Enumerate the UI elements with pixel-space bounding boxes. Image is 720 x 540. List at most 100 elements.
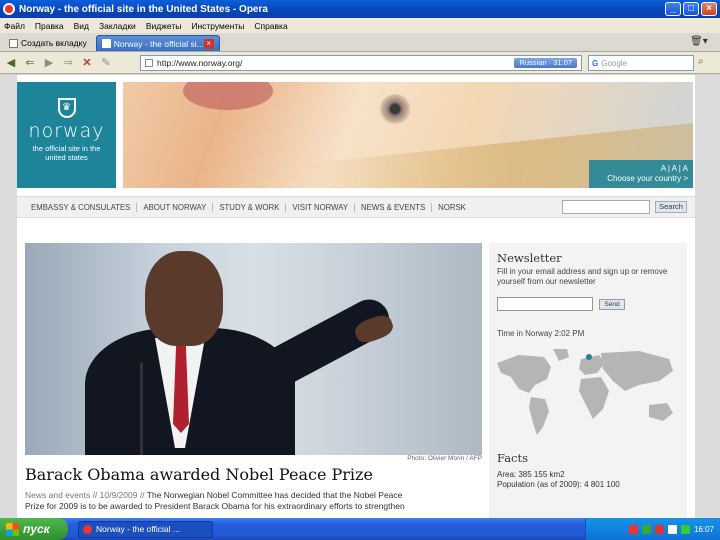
choose-country-link[interactable]: Choose your country > <box>594 174 688 184</box>
window-titlebar: Norway - the official site in the United… <box>0 0 720 18</box>
tab-close-icon[interactable]: × <box>203 38 214 49</box>
menu-tools[interactable]: Инструменты <box>191 21 244 31</box>
back-icon[interactable]: ◀ <box>4 56 18 70</box>
article-photo[interactable] <box>25 243 482 455</box>
tray-volume-icon[interactable] <box>667 524 677 534</box>
nav-embassy[interactable]: EMBASSY & CONSULATES <box>25 202 138 212</box>
fast-forward-icon[interactable]: ⇒ <box>61 56 75 70</box>
map-europe <box>579 355 605 375</box>
tray-antivirus-icon[interactable] <box>654 524 664 534</box>
page-viewport[interactable]: ♛ norway the official site in the united… <box>0 75 720 518</box>
menu-bookmarks[interactable]: Закладки <box>99 21 136 31</box>
time-in-norway: Time in Norway 2:02 PM <box>497 329 585 338</box>
world-map <box>489 345 687 441</box>
page-icon <box>145 59 153 67</box>
new-tab-button[interactable]: Создать вкладку <box>4 35 92 51</box>
photo-arm <box>253 292 397 394</box>
start-button[interactable]: пуск <box>0 518 68 540</box>
windows-flag-icon <box>6 522 19 536</box>
menu-bar: Файл Правка Вид Закладки Виджеты Инструм… <box>0 18 720 33</box>
menu-file[interactable]: Файл <box>4 21 25 31</box>
new-tab-icon <box>9 38 18 48</box>
nav-about[interactable]: ABOUT NORWAY <box>137 202 214 212</box>
search-placeholder: Google <box>601 58 628 68</box>
nav-news[interactable]: NEWS & EVENTS <box>355 202 433 212</box>
opera-icon <box>3 3 15 15</box>
map-asia <box>601 351 673 391</box>
site-logo[interactable]: ♛ norway the official site in the united… <box>17 82 116 188</box>
stop-icon[interactable]: ✕ <box>80 56 94 70</box>
tray-opera-icon[interactable] <box>628 524 638 534</box>
article-lead-2: Prize for 2009 is to be awarded to Presi… <box>25 501 405 511</box>
facts-list: Area: 385 155 km2 Population (as of 2009… <box>497 470 620 490</box>
map-greenland <box>553 349 569 361</box>
norway-marker <box>586 354 592 360</box>
newsletter-title: Newsletter <box>497 251 562 265</box>
forward-icon[interactable]: ▶ <box>42 56 56 70</box>
nav-norsk[interactable]: NORSK <box>432 203 472 212</box>
taskbar-item-opera[interactable]: Norway - the official ... <box>78 520 213 538</box>
url-badge: Russian · 31.07 <box>514 58 577 68</box>
nav-visit[interactable]: VISIT NORWAY <box>286 202 356 212</box>
map-africa <box>579 377 609 419</box>
coat-of-arms-icon: ♛ <box>57 98 76 118</box>
article-lead: News and events // 10/9/2009 // The Norw… <box>25 490 485 512</box>
menu-help[interactable]: Справка <box>254 21 287 31</box>
tray-network-icon[interactable] <box>641 524 651 534</box>
map-australia <box>649 403 673 421</box>
url-input[interactable]: http://www.norway.org/ Russian · 31.07 <box>140 55 582 71</box>
menu-edit[interactable]: Правка <box>35 21 64 31</box>
edit-icon[interactable]: ✎ <box>99 56 113 70</box>
site-search-button[interactable]: Search <box>655 201 687 213</box>
tab-norway[interactable]: Norway - the official si... × <box>95 35 220 51</box>
article-headline[interactable]: Barack Obama awarded Nobel Peace Prize <box>25 465 373 484</box>
map-south-america <box>529 397 549 435</box>
window-controls: _ □ × <box>665 2 717 16</box>
site-nav: EMBASSY & CONSULATES ABOUT NORWAY STUDY … <box>17 196 695 218</box>
back-history-icon[interactable]: ⇐ <box>23 56 37 70</box>
photo-microphone <box>140 363 143 455</box>
sidebar: Newsletter Fill in your email address an… <box>489 243 687 518</box>
hero-banner: A | A | A Choose your country > <box>123 82 693 188</box>
photo-credit: Photo: Olivier Morin / AFP <box>407 455 482 462</box>
zoom-icon[interactable]: ⌕ <box>698 56 704 67</box>
trash-icon[interactable]: 🗑▾ <box>690 36 710 48</box>
start-label: пуск <box>23 522 50 536</box>
page-icon <box>101 39 111 48</box>
logo-tagline: the official site in the united states <box>32 144 101 162</box>
map-north-america <box>497 355 551 393</box>
article-meta: News and events // 10/9/2009 // <box>25 490 145 500</box>
hero-lips <box>183 82 273 110</box>
newsletter-text: Fill in your email address and sign up o… <box>497 267 668 286</box>
url-text: http://www.norway.org/ <box>157 58 243 68</box>
search-input[interactable]: G Google <box>588 55 694 71</box>
nav-study-work[interactable]: STUDY & WORK <box>213 202 287 212</box>
taskbar: пуск Norway - the official ... EN 16:07 <box>0 518 720 540</box>
minimize-button[interactable]: _ <box>665 2 681 16</box>
photo-head <box>145 251 223 346</box>
menu-view[interactable]: Вид <box>74 21 89 31</box>
facts-population: Population (as of 2009): 4 801 100 <box>497 480 620 489</box>
tray-update-icon[interactable] <box>680 524 690 534</box>
maximize-button[interactable]: □ <box>683 2 699 16</box>
window-title: Norway - the official site in the United… <box>19 3 268 15</box>
hero-eye <box>378 94 412 124</box>
font-size-controls[interactable]: A | A | A <box>594 164 688 174</box>
system-tray: 16:07 <box>585 518 720 540</box>
facts-title: Facts <box>497 451 529 465</box>
site-search-input[interactable] <box>562 200 650 214</box>
taskbar-item-label: Norway - the official ... <box>96 524 180 534</box>
country-chooser[interactable]: A | A | A Choose your country > <box>589 160 693 188</box>
new-tab-label: Создать вкладку <box>21 38 87 48</box>
newsletter-email-input[interactable] <box>497 297 593 311</box>
tray-clock: 16:07 <box>693 524 714 534</box>
close-button[interactable]: × <box>701 2 717 16</box>
opera-icon <box>83 524 92 534</box>
address-toolbar: ◀ ⇐ ▶ ⇒ ✕ ✎ http://www.norway.org/ Russi… <box>0 52 720 74</box>
menu-widgets[interactable]: Виджеты <box>146 21 182 31</box>
article-lead-1: The Norwegian Nobel Committee has decide… <box>144 490 403 500</box>
logo-brand: norway <box>28 120 105 142</box>
google-icon: G <box>592 58 599 68</box>
facts-area: Area: 385 155 km2 <box>497 470 565 479</box>
newsletter-send-button[interactable]: Send <box>599 299 625 310</box>
